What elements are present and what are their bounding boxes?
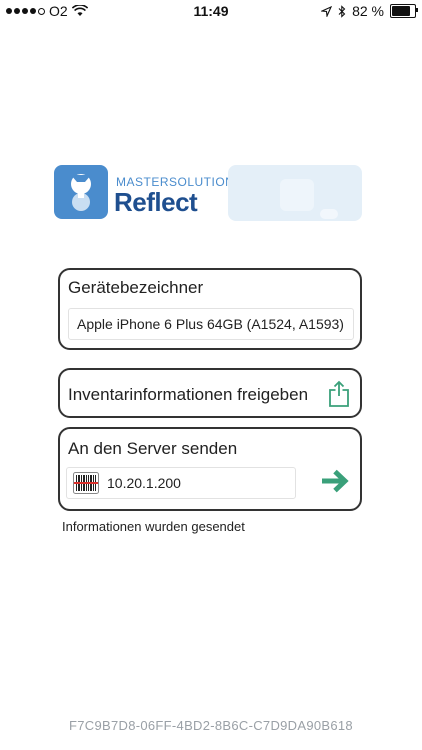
share-inventory-button[interactable]: Inventarinformationen freigeben	[58, 368, 362, 418]
battery-icon	[390, 4, 418, 18]
reflect-mark-icon	[71, 174, 91, 211]
logo-decoration-square	[280, 179, 314, 211]
battery-level	[392, 6, 411, 16]
device-name-field[interactable]: Apple iPhone 6 Plus 64GB (A1524, A1593)	[68, 308, 354, 340]
logo-decoration	[228, 165, 362, 221]
server-address-value: 10.20.1.200	[107, 475, 181, 491]
logo-product-name: Reflect	[114, 187, 198, 217]
status-bar: O2 11:49 82 %	[0, 0, 422, 22]
reflect-logo-icon	[54, 165, 108, 219]
arrow-right-icon[interactable]	[320, 469, 350, 493]
location-arrow-icon	[321, 5, 333, 17]
device-name-title: Gerätebezeichner	[68, 278, 204, 297]
bluetooth-icon	[338, 4, 346, 18]
battery-percentage: 82 %	[352, 3, 384, 19]
share-inventory-label: Inventarinformationen freigeben	[68, 385, 309, 404]
status-message: Informationen wurden gesendet	[62, 519, 245, 534]
server-address-input[interactable]: 10.20.1.200	[66, 467, 296, 499]
share-icon[interactable]	[328, 380, 350, 408]
device-identifier: F7C9B7D8-06FF-4BD2-8B6C-C7D9DA90B618	[69, 718, 353, 733]
app-logo: MASTERSOLUTION Reflect	[54, 165, 362, 221]
status-bar-right: 82 %	[321, 3, 418, 19]
logo-decoration-square	[320, 209, 338, 219]
device-name-card: Gerätebezeichner Apple iPhone 6 Plus 64G…	[58, 268, 362, 350]
device-name-value: Apple iPhone 6 Plus 64GB (A1524, A1593)	[77, 316, 344, 332]
send-to-server-card: An den Server senden 10.20.1.200	[58, 427, 362, 511]
send-to-server-title: An den Server senden	[68, 439, 238, 458]
barcode-icon[interactable]	[73, 472, 99, 494]
